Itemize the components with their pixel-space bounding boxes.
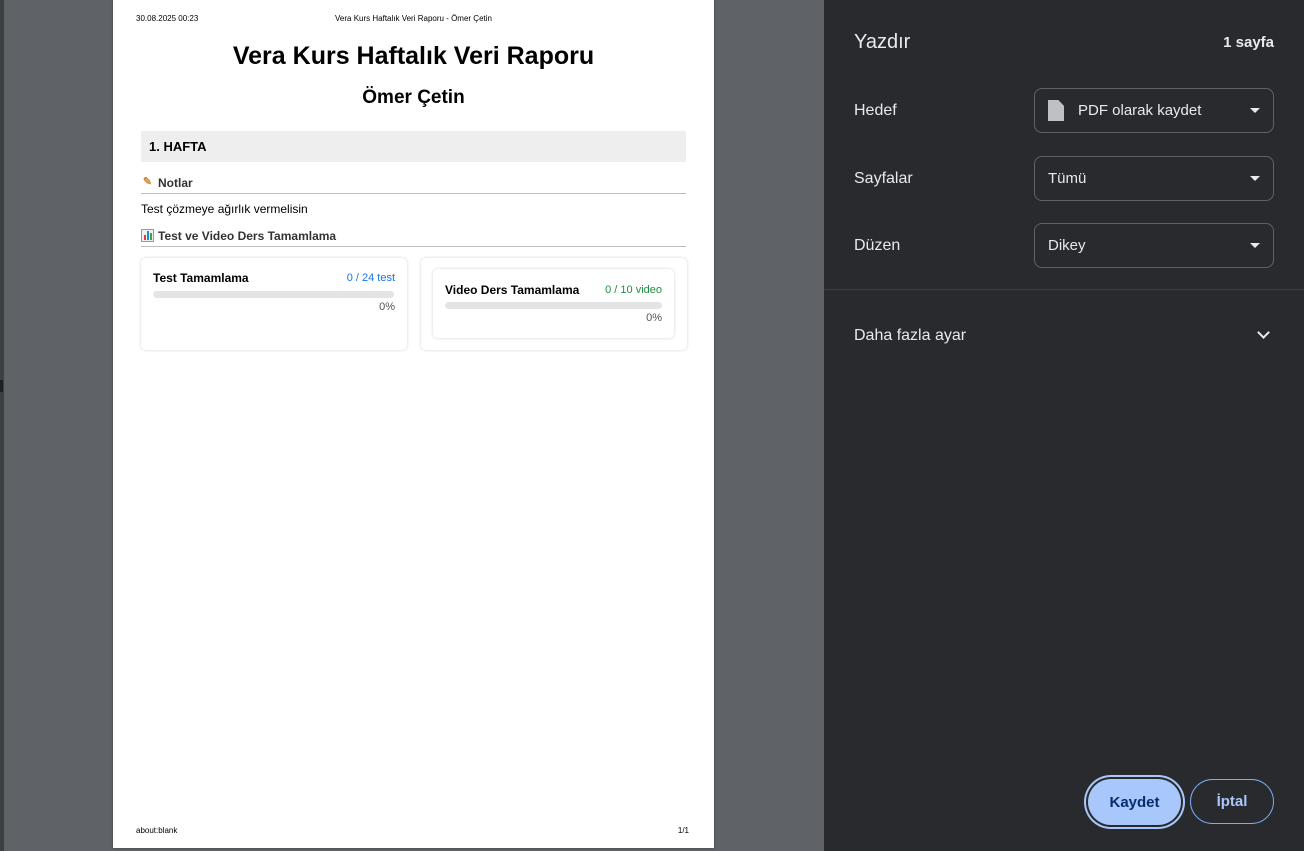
- dropdown-arrow-icon: [1250, 176, 1260, 181]
- pages-value: Tümü: [1048, 170, 1087, 187]
- test-progress-track: [153, 291, 394, 298]
- video-card-count: 0 / 10 video: [605, 284, 662, 296]
- dropdown-arrow-icon: [1250, 243, 1260, 248]
- video-card-inner: Video Ders Tamamlama 0 / 10 video 0%: [433, 269, 674, 338]
- layout-label: Düzen: [854, 237, 901, 254]
- video-completion-card: Video Ders Tamamlama 0 / 10 video 0%: [421, 258, 687, 350]
- bar-chart-icon: [141, 229, 154, 242]
- student-name: Ömer Çetin: [362, 87, 465, 108]
- notes-heading: ✎ Notlar: [141, 176, 686, 194]
- test-card-count: 0 / 24 test: [346, 272, 395, 284]
- pages-select[interactable]: Tümü: [1034, 156, 1274, 201]
- layout-value: Dikey: [1048, 237, 1086, 254]
- save-button[interactable]: Kaydet: [1088, 779, 1181, 825]
- page-header-title: Vera Kurs Haftalık Veri Raporu - Ömer Çe…: [335, 14, 492, 23]
- page-footer-url: about:blank: [136, 826, 178, 835]
- document-icon: [1048, 100, 1064, 121]
- page-count: 1 sayfa: [1223, 34, 1274, 51]
- preview-page: 30.08.2025 00:23 Vera Kurs Haftalık Veri…: [113, 0, 714, 848]
- print-settings-panel: Yazdır 1 sayfa Hedef PDF olarak kaydet S…: [824, 0, 1304, 851]
- test-card-percent: 0%: [379, 301, 395, 313]
- print-title: Yazdır: [854, 31, 911, 53]
- settings-divider: [824, 289, 1304, 290]
- progress-heading-label: Test ve Video Ders Tamamlama: [158, 229, 337, 243]
- background-window-mark: [0, 380, 3, 392]
- memo-icon: ✎: [142, 176, 153, 188]
- note-text: Test çözmeye ağırlık vermelisin: [141, 202, 308, 216]
- video-card-percent: 0%: [646, 312, 662, 324]
- destination-value: PDF olarak kaydet: [1078, 102, 1202, 119]
- layout-select[interactable]: Dikey: [1034, 223, 1274, 268]
- destination-select[interactable]: PDF olarak kaydet: [1034, 88, 1274, 133]
- dropdown-arrow-icon: [1250, 108, 1260, 113]
- more-settings-label: Daha fazla ayar: [854, 327, 967, 344]
- destination-label: Hedef: [854, 102, 897, 119]
- test-card-title: Test Tamamlama: [153, 271, 249, 285]
- video-card-title: Video Ders Tamamlama: [445, 283, 580, 297]
- chevron-down-icon: [1257, 326, 1270, 339]
- progress-heading: Test ve Video Ders Tamamlama: [141, 229, 686, 247]
- more-settings-toggle[interactable]: Daha fazla ayar: [854, 316, 1274, 356]
- notes-heading-label: Notlar: [158, 176, 193, 190]
- page-footer-number: 1/1: [677, 826, 689, 835]
- video-progress-track: [445, 302, 662, 309]
- cancel-button[interactable]: İptal: [1190, 779, 1274, 824]
- report-title: Vera Kurs Haftalık Veri Raporu: [232, 42, 595, 70]
- background-window-edge: [0, 0, 4, 851]
- test-completion-card: Test Tamamlama 0 / 24 test 0%: [141, 258, 407, 350]
- week-heading: 1. HAFTA: [141, 131, 686, 162]
- pages-label: Sayfalar: [854, 170, 913, 187]
